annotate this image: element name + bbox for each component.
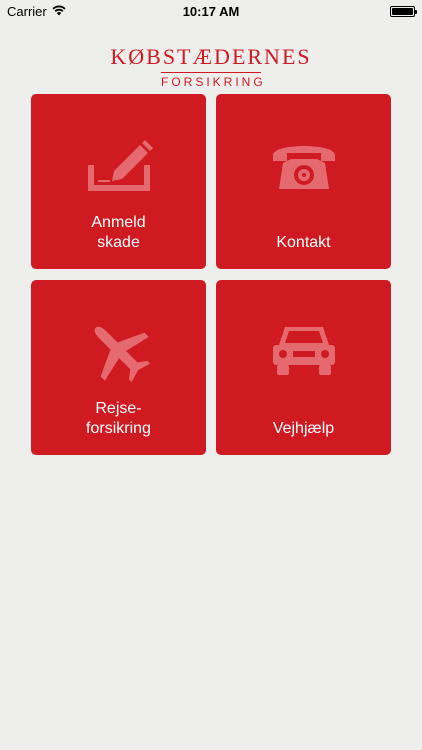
- telephone-icon: [216, 130, 391, 200]
- report-claim-tile[interactable]: Anmeld skade: [31, 94, 206, 269]
- logo-subtitle: FORSIKRING: [161, 72, 263, 89]
- pencil-form-icon: [31, 130, 206, 200]
- tile-label: Anmeld skade: [91, 214, 146, 251]
- contact-tile[interactable]: Kontakt: [216, 94, 391, 269]
- tile-label: Kontakt: [276, 234, 331, 251]
- car-icon: [216, 316, 391, 386]
- roadside-assistance-tile[interactable]: Vejhjælp: [216, 280, 391, 455]
- battery-icon: [390, 6, 417, 17]
- tile-label: Rejse- forsikring: [86, 400, 151, 437]
- clock: 10:17 AM: [182, 4, 240, 19]
- travel-insurance-tile[interactable]: Rejse- forsikring: [31, 280, 206, 455]
- airplane-icon: [31, 316, 206, 386]
- brand-logo: KØBSTÆDERNES FORSIKRING: [0, 44, 422, 91]
- tile-label: Vejhjælp: [272, 420, 335, 437]
- logo-title: KØBSTÆDERNES: [110, 44, 312, 69]
- status-bar: Carrier 10:17 AM: [0, 0, 422, 22]
